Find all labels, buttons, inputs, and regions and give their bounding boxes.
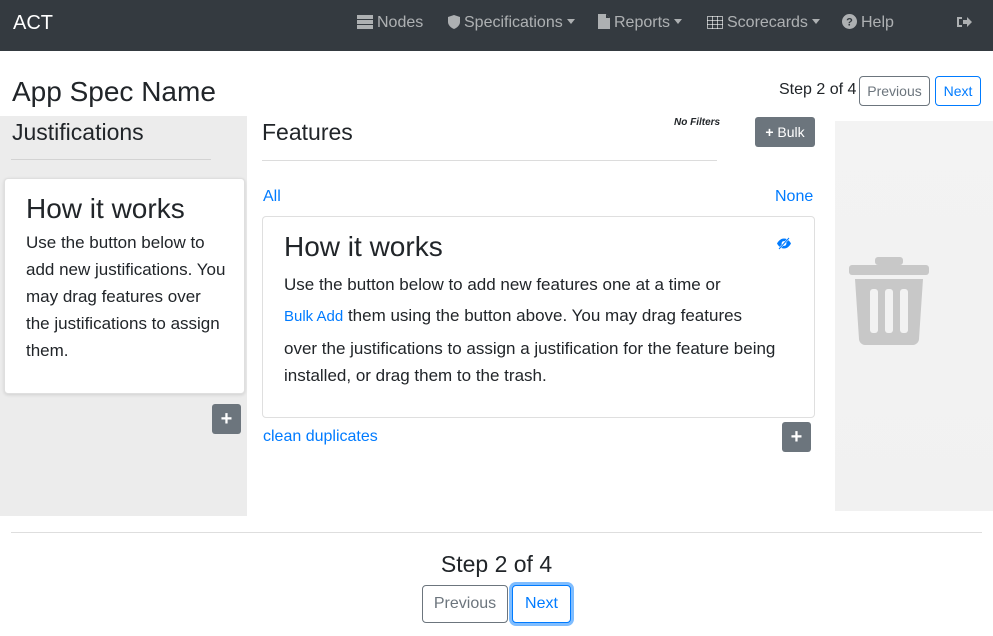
top-navbar: ACT Nodes Specifications Reports Scoreca… bbox=[0, 0, 993, 51]
nav-reports[interactable]: Reports bbox=[598, 14, 683, 32]
justifications-help-card: How it works Use the button below to add… bbox=[4, 178, 245, 394]
divider bbox=[11, 159, 211, 160]
plus-icon: + bbox=[790, 426, 803, 448]
svg-text:?: ? bbox=[846, 17, 853, 29]
brand-logo[interactable]: ACT bbox=[13, 12, 53, 35]
step-indicator-bottom: Step 2 of 4 bbox=[440, 551, 553, 577]
nav-specifications[interactable]: Specifications bbox=[448, 14, 575, 32]
bulk-add-link[interactable]: Bulk Add bbox=[284, 308, 343, 325]
trash-icon bbox=[849, 257, 929, 345]
divider bbox=[262, 160, 717, 161]
chevron-down-icon bbox=[674, 19, 683, 24]
chevron-down-icon bbox=[811, 19, 820, 24]
plus-icon: + bbox=[220, 408, 233, 430]
features-help-text-3: over the justifications to assign a just… bbox=[284, 339, 776, 385]
bulk-label: Bulk bbox=[777, 124, 805, 140]
nav-specifications-label: Specifications bbox=[464, 14, 563, 31]
divider bbox=[11, 532, 982, 533]
select-none-link[interactable]: None bbox=[775, 188, 813, 206]
justifications-title: Justifications bbox=[12, 119, 144, 145]
nav-scorecards-label: Scorecards bbox=[727, 14, 808, 31]
features-help-text-2: them using the button above. You may dra… bbox=[347, 306, 743, 325]
nav-help[interactable]: ? Help bbox=[842, 14, 894, 32]
justifications-help-text: Use the button below to add new justific… bbox=[26, 233, 226, 360]
previous-button-bottom[interactable]: Previous bbox=[422, 585, 508, 623]
trash-drop-zone[interactable] bbox=[835, 121, 993, 511]
justifications-panel: Justifications How it works Use the butt… bbox=[0, 116, 247, 516]
plus-icon: + bbox=[765, 124, 774, 140]
bulk-add-button[interactable]: + Bulk bbox=[755, 117, 815, 147]
step-indicator-top: Step 2 of 4 bbox=[779, 81, 857, 98]
shield-icon bbox=[448, 15, 460, 29]
nav-scorecards[interactable]: Scorecards bbox=[707, 14, 820, 32]
clean-duplicates-link[interactable]: clean duplicates bbox=[263, 428, 378, 446]
justifications-help-heading: How it works bbox=[26, 193, 185, 224]
file-icon bbox=[598, 14, 610, 29]
previous-button-top[interactable]: Previous bbox=[859, 76, 930, 106]
next-button-bottom[interactable]: Next bbox=[512, 585, 571, 623]
nav-nodes-label: Nodes bbox=[377, 14, 424, 31]
features-help-card: How it works Use the button below to add… bbox=[262, 216, 815, 418]
question-circle-icon: ? bbox=[842, 14, 857, 29]
features-help-text-1: Use the button below to add new features… bbox=[284, 275, 721, 294]
select-all-link[interactable]: All bbox=[263, 188, 281, 206]
sign-out-icon bbox=[957, 17, 972, 27]
features-title: Features bbox=[262, 119, 353, 145]
chevron-down-icon bbox=[566, 19, 575, 24]
server-icon bbox=[357, 15, 373, 29]
table-icon bbox=[707, 16, 723, 29]
nav-reports-label: Reports bbox=[614, 14, 671, 31]
nav-help-label: Help bbox=[861, 14, 894, 31]
nav-nodes[interactable]: Nodes bbox=[357, 14, 423, 32]
next-button-top[interactable]: Next bbox=[935, 76, 981, 106]
sign-out-button[interactable] bbox=[957, 14, 976, 32]
add-feature-button[interactable]: + bbox=[782, 422, 811, 452]
eye-slash-icon[interactable] bbox=[776, 237, 792, 250]
add-justification-button[interactable]: + bbox=[212, 404, 241, 434]
page-title: App Spec Name bbox=[12, 76, 216, 107]
features-help-heading: How it works bbox=[284, 231, 443, 262]
filter-status: No Filters bbox=[674, 117, 721, 128]
